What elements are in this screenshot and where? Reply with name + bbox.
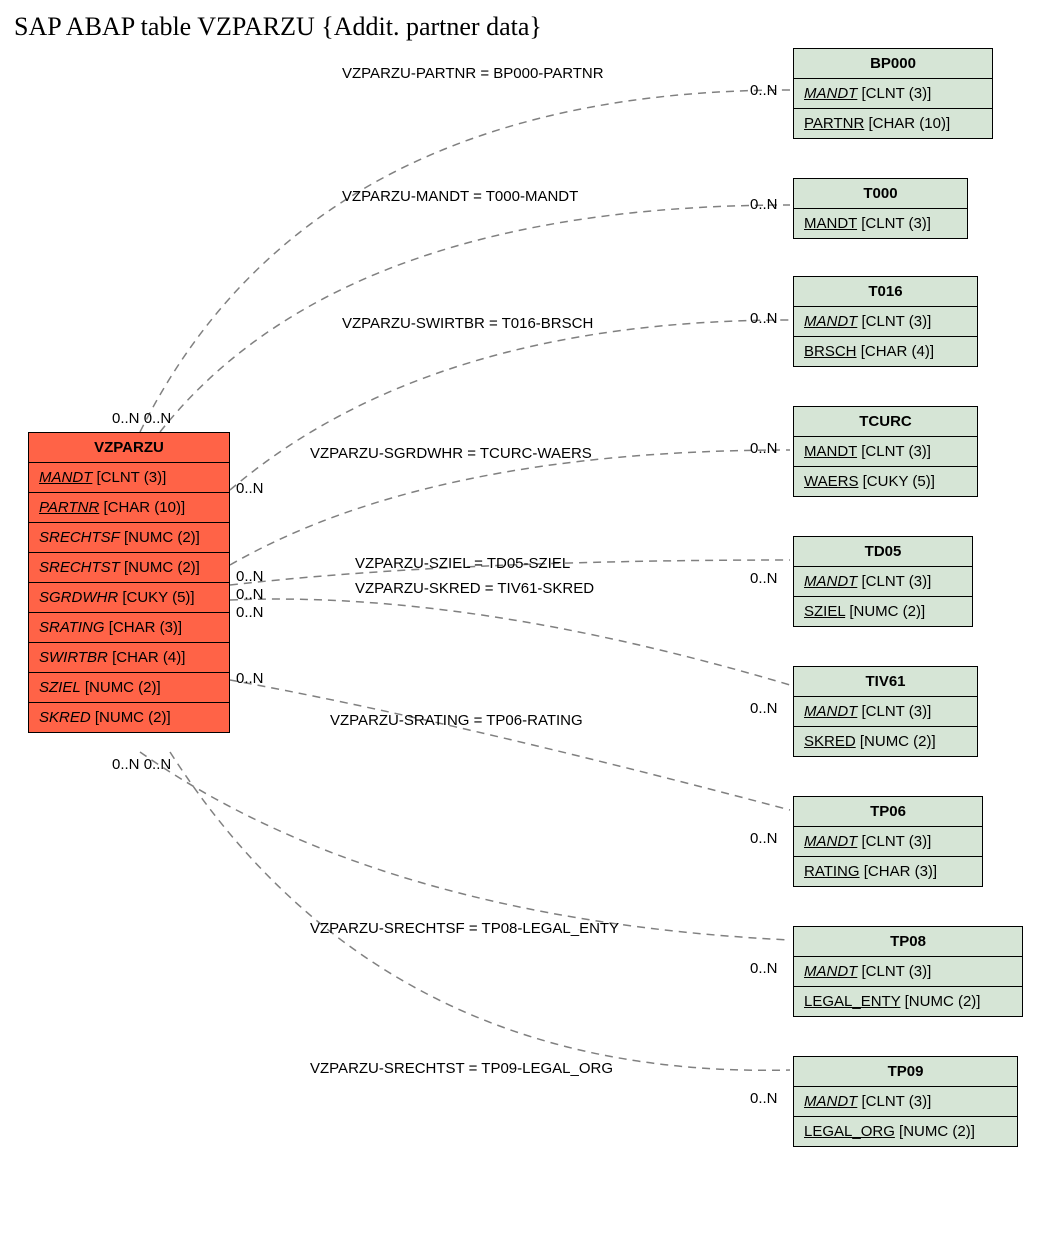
entity-header: TCURC [794,407,977,437]
field-row: MANDT [CLNT (3)] [794,567,972,597]
field-row: RATING [CHAR (3)] [794,857,982,886]
field-row: SRECHTST [NUMC (2)] [29,553,229,583]
cardinality: 0..N [236,604,264,621]
field-row: BRSCH [CHAR (4)] [794,337,977,366]
entity-tcurc: TCURC MANDT [CLNT (3)] WAERS [CUKY (5)] [793,406,978,497]
entity-tp09: TP09 MANDT [CLNT (3)] LEGAL_ORG [NUMC (2… [793,1056,1018,1147]
entity-header: TP08 [794,927,1022,957]
field-row: SRATING [CHAR (3)] [29,613,229,643]
field-row: SWIRTBR [CHAR (4)] [29,643,229,673]
relation-label: VZPARZU-PARTNR = BP000-PARTNR [342,65,604,82]
entity-t000: T000 MANDT [CLNT (3)] [793,178,968,239]
entity-bp000: BP000 MANDT [CLNT (3)] PARTNR [CHAR (10)… [793,48,993,139]
field-row: SRECHTSF [NUMC (2)] [29,523,229,553]
entity-tiv61: TIV61 MANDT [CLNT (3)] SKRED [NUMC (2)] [793,666,978,757]
relation-label: VZPARZU-MANDT = T000-MANDT [342,188,578,205]
entity-t016: T016 MANDT [CLNT (3)] BRSCH [CHAR (4)] [793,276,978,367]
relation-label: VZPARZU-SRECHTST = TP09-LEGAL_ORG [310,1060,613,1077]
cardinality: 0..N [750,82,778,99]
field-row: MANDT [CLNT (3)] [794,697,977,727]
field-row: LEGAL_ORG [NUMC (2)] [794,1117,1017,1146]
entity-header: T000 [794,179,967,209]
relation-label: VZPARZU-SGRDWHR = TCURC-WAERS [310,445,592,462]
entity-header: TIV61 [794,667,977,697]
relation-label: VZPARZU-SRATING = TP06-RATING [330,712,583,729]
page-title: SAP ABAP table VZPARZU {Addit. partner d… [14,12,542,42]
entity-header: VZPARZU [29,433,229,463]
cardinality: 0..N [236,480,264,497]
cardinality: 0..N [750,310,778,327]
field-row: MANDT [CLNT (3)] [794,209,967,238]
cardinality: 0..N [750,1090,778,1107]
field-row: MANDT [CLNT (3)] [794,437,977,467]
cardinality: 0..N [750,830,778,847]
cardinality: 0..N [750,570,778,587]
cardinality: 0..N [750,960,778,977]
field-row: SZIEL [NUMC (2)] [29,673,229,703]
entity-header: TD05 [794,537,972,567]
field-row: MANDT [CLNT (3)] [794,827,982,857]
field-row: MANDT [CLNT (3)] [29,463,229,493]
field-row: SZIEL [NUMC (2)] [794,597,972,626]
entity-vzparzu: VZPARZU MANDT [CLNT (3)] PARTNR [CHAR (1… [28,432,230,733]
entity-tp06: TP06 MANDT [CLNT (3)] RATING [CHAR (3)] [793,796,983,887]
field-row: WAERS [CUKY (5)] [794,467,977,496]
entity-tp08: TP08 MANDT [CLNT (3)] LEGAL_ENTY [NUMC (… [793,926,1023,1017]
cardinality: 0..N 0..N [112,756,171,773]
entity-header: TP06 [794,797,982,827]
relation-label: VZPARZU-SWIRTBR = T016-BRSCH [342,315,593,332]
cardinality: 0..N [750,700,778,717]
entity-header: T016 [794,277,977,307]
entity-header: BP000 [794,49,992,79]
entity-header: TP09 [794,1057,1017,1087]
field-row: SKRED [NUMC (2)] [794,727,977,756]
cardinality: 0..N [236,568,264,585]
field-row: PARTNR [CHAR (10)] [29,493,229,523]
field-row: MANDT [CLNT (3)] [794,1087,1017,1117]
cardinality: 0..N [236,670,264,687]
relation-label: VZPARZU-SRECHTSF = TP08-LEGAL_ENTY [310,920,619,937]
field-row: SKRED [NUMC (2)] [29,703,229,732]
field-row: LEGAL_ENTY [NUMC (2)] [794,987,1022,1016]
cardinality: 0..N [750,440,778,457]
field-row: SGRDWHR [CUKY (5)] [29,583,229,613]
cardinality: 0..N 0..N [112,410,171,427]
cardinality: 0..N [236,586,264,603]
relation-label: VZPARZU-SZIEL = TD05-SZIEL [355,555,570,572]
cardinality: 0..N [750,196,778,213]
field-row: MANDT [CLNT (3)] [794,79,992,109]
relation-label: VZPARZU-SKRED = TIV61-SKRED [355,580,594,597]
entity-td05: TD05 MANDT [CLNT (3)] SZIEL [NUMC (2)] [793,536,973,627]
field-row: MANDT [CLNT (3)] [794,957,1022,987]
field-row: PARTNR [CHAR (10)] [794,109,992,138]
field-row: MANDT [CLNT (3)] [794,307,977,337]
